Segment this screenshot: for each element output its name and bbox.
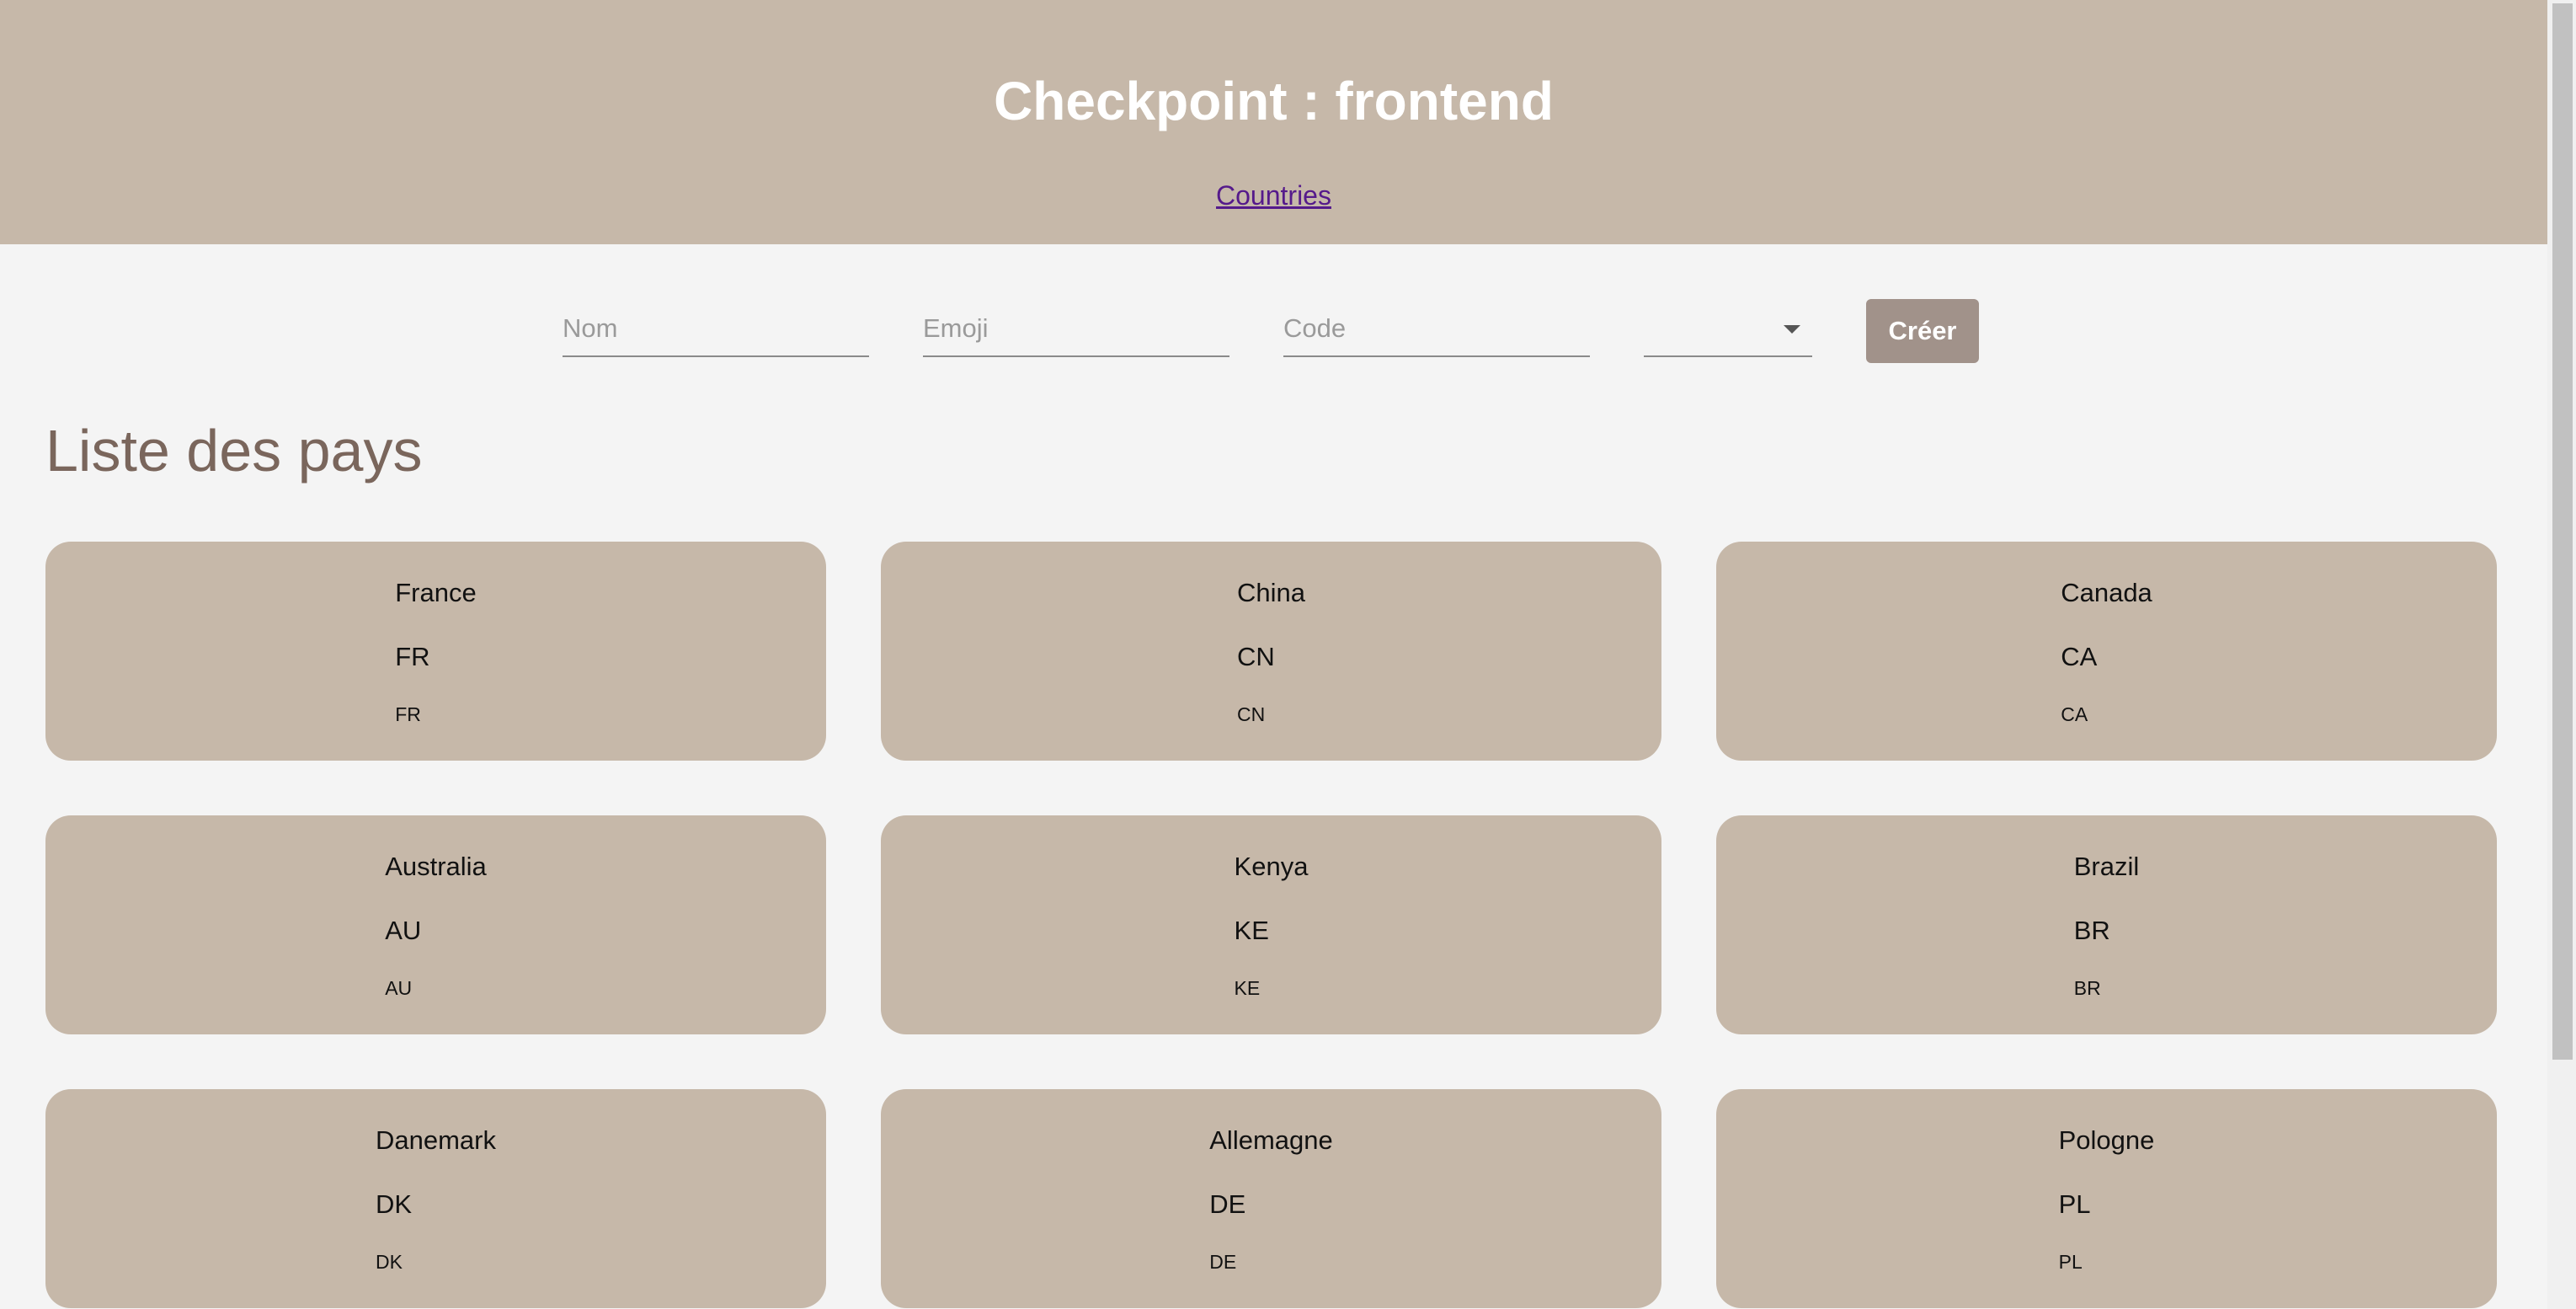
- country-card: Brazil BR BR: [1716, 815, 2497, 1034]
- country-card: Danemark DK DK: [45, 1089, 826, 1308]
- country-code: AU: [385, 977, 413, 999]
- country-name: France: [395, 578, 477, 607]
- countries-link[interactable]: Countries: [1216, 180, 1331, 211]
- emoji-input[interactable]: [923, 303, 1229, 354]
- name-input[interactable]: [563, 303, 869, 354]
- chevron-down-icon: [1784, 325, 1800, 334]
- country-emoji: DK: [376, 1189, 413, 1219]
- country-name: Canada: [2061, 578, 2152, 607]
- country-name: Pologne: [2058, 1125, 2155, 1155]
- country-name: Brazil: [2073, 852, 2140, 881]
- country-code: DK: [376, 1251, 403, 1273]
- country-name: Australia: [385, 852, 487, 881]
- country-name: Danemark: [376, 1125, 496, 1155]
- code-field: [1283, 303, 1590, 357]
- create-button[interactable]: Créer: [1866, 299, 1979, 363]
- country-code: FR: [395, 703, 421, 725]
- emoji-field: [923, 303, 1229, 357]
- nav: Countries: [0, 177, 2547, 214]
- scrollbar-thumb[interactable]: [2552, 3, 2573, 1060]
- name-field: [563, 303, 869, 357]
- country-card: France FR FR: [45, 542, 826, 761]
- country-code: PL: [2058, 1251, 2083, 1273]
- country-name: Kenya: [1234, 852, 1309, 881]
- country-emoji: KE: [1234, 916, 1269, 945]
- app-title: Checkpoint : frontend: [994, 71, 1554, 131]
- page: Checkpoint : frontend Countries Créer Li…: [0, 0, 2547, 1309]
- country-code: CN: [1237, 703, 1266, 725]
- country-code: CA: [2061, 703, 2088, 725]
- continent-select[interactable]: [1644, 303, 1812, 357]
- section-title: Liste des pays: [45, 418, 423, 484]
- country-emoji: PL: [2058, 1189, 2091, 1219]
- country-emoji: FR: [395, 642, 430, 671]
- country-code: DE: [1209, 1251, 1237, 1273]
- country-list: France FR FR China CN CN Canada CA CA Au…: [45, 542, 2497, 1308]
- country-name: Allemagne: [1209, 1125, 1333, 1155]
- country-card: Pologne PL PL: [1716, 1089, 2497, 1308]
- country-emoji: AU: [385, 916, 422, 945]
- country-emoji: DE: [1209, 1189, 1246, 1219]
- country-emoji: BR: [2073, 916, 2110, 945]
- country-emoji: CA: [2061, 642, 2098, 671]
- scrollbar[interactable]: [2547, 0, 2576, 1309]
- country-card: Allemagne DE DE: [881, 1089, 1661, 1308]
- country-code: BR: [2073, 977, 2101, 999]
- country-emoji: CN: [1237, 642, 1275, 671]
- app-header: Checkpoint : frontend Countries: [0, 0, 2547, 244]
- country-card: Kenya KE KE: [881, 815, 1661, 1034]
- country-code: KE: [1234, 977, 1261, 999]
- code-input[interactable]: [1283, 303, 1590, 354]
- country-card: Australia AU AU: [45, 815, 826, 1034]
- country-card: Canada CA CA: [1716, 542, 2497, 761]
- country-name: China: [1237, 578, 1305, 607]
- country-card: China CN CN: [881, 542, 1661, 761]
